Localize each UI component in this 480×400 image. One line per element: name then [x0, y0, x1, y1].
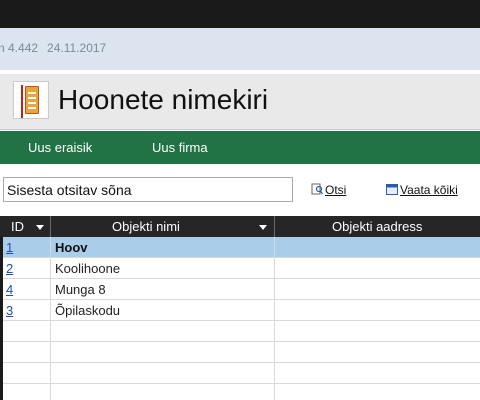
document-line [28, 107, 36, 109]
empty-row [3, 363, 480, 384]
new-company-label: Uus firma [152, 140, 208, 155]
new-private-label: Uus eraisik [28, 140, 93, 155]
column-gridline [274, 237, 275, 400]
sort-arrow-icon[interactable] [36, 225, 44, 230]
version-date: 24.11.2017 [47, 41, 107, 55]
table-row[interactable]: 1 Hoov [3, 237, 480, 258]
table-row[interactable]: 2 Koolihoone [3, 258, 480, 279]
row-name: Õpilaskodu [55, 303, 121, 318]
column-header-label: ID [11, 219, 24, 234]
row-name: Munga 8 [55, 282, 106, 297]
column-header-name[interactable]: Objekti nimi [51, 216, 274, 237]
version-number: n 4.442 [0, 41, 39, 55]
search-button-label: Otsi [325, 183, 347, 197]
row-name: Hoov [55, 240, 88, 255]
page-title: Hoonete nimekiri [58, 84, 269, 115]
document-spine [21, 85, 23, 118]
document-line [28, 97, 36, 99]
row-id-link[interactable]: 2 [6, 261, 13, 276]
view-all-icon [386, 184, 398, 195]
empty-row [3, 342, 480, 363]
column-header-label: Objekti nimi [112, 219, 180, 234]
column-gridline [50, 237, 51, 400]
row-name: Koolihoone [55, 261, 121, 276]
search-button[interactable]: Otsi [311, 183, 346, 197]
empty-row [3, 321, 480, 342]
column-header-address[interactable]: Objekti aadress [275, 216, 480, 237]
top-dark-bar [0, 0, 480, 28]
view-all-button[interactable]: Vaata kõiki [386, 183, 458, 197]
row-id-link[interactable]: 1 [6, 240, 13, 255]
column-header-id[interactable]: ID [0, 216, 50, 237]
version-info: n 4.442 24.11.2017 [0, 41, 106, 55]
row-id-link[interactable]: 3 [6, 303, 13, 318]
document-line [28, 92, 36, 94]
view-all-button-label: Vaata kõiki [400, 183, 458, 197]
document-page [25, 86, 39, 114]
table-row[interactable]: 3 Õpilaskodu [3, 300, 480, 321]
row-id-link[interactable]: 4 [6, 282, 13, 297]
search-input[interactable] [3, 177, 293, 202]
new-private-link[interactable]: Uus eraisik [28, 140, 92, 155]
document-line [28, 102, 36, 104]
sort-arrow-icon[interactable] [259, 225, 267, 230]
document-icon [13, 81, 49, 119]
search-icon [311, 183, 323, 195]
table-row[interactable]: 4 Munga 8 [3, 279, 480, 300]
new-company-link[interactable]: Uus firma [152, 140, 208, 155]
column-header-label: Objekti aadress [332, 219, 423, 234]
